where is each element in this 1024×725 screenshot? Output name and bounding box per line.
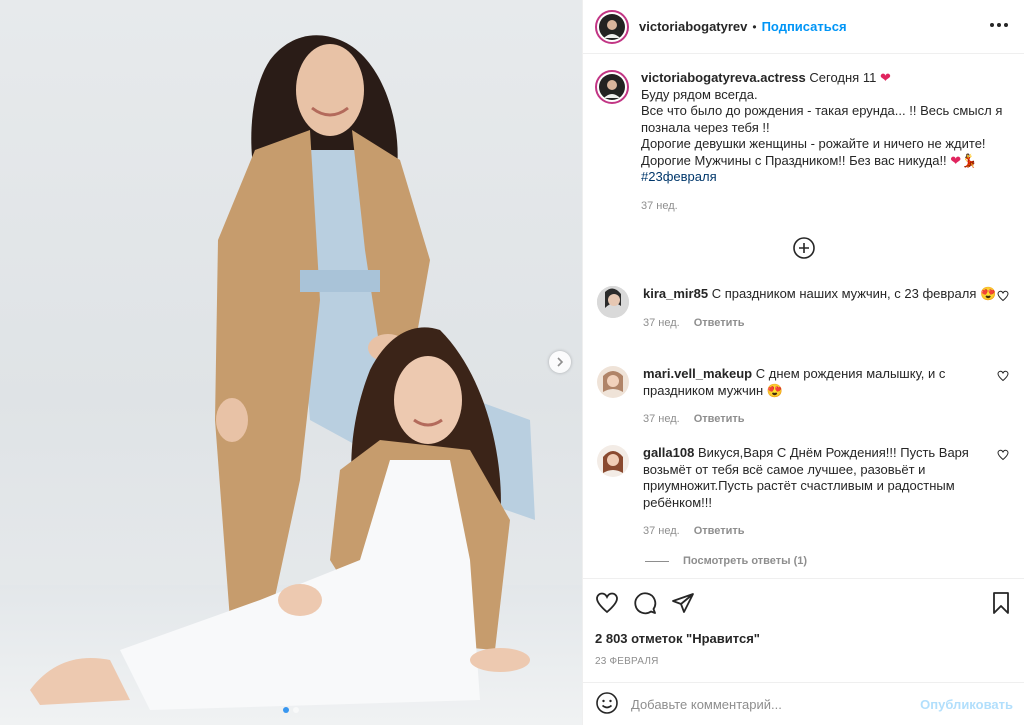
comment-username[interactable]: galla108: [643, 445, 694, 460]
caption-line: Дорогие Мужчины с Праздником!! Без вас н…: [641, 152, 947, 168]
caption-line: Все что было до рождения - такая ерунда.…: [641, 103, 1003, 135]
heart-icon: [596, 592, 618, 613]
more-options-button[interactable]: [988, 14, 1010, 39]
chevron-right-icon: [557, 357, 564, 367]
publish-button[interactable]: Опубликовать: [920, 697, 1013, 712]
caption-hashtag[interactable]: #23февраля: [641, 169, 1011, 186]
reply-button[interactable]: Ответить: [694, 315, 745, 332]
post-header: victoriabogatyrev • Подписаться: [583, 0, 1024, 54]
comment-meta: 37 нед. Ответить: [643, 523, 998, 540]
header-separator: •: [752, 19, 757, 34]
commenter-avatar[interactable]: [597, 366, 629, 398]
more-icon: [990, 23, 1008, 27]
comment-item: mari.vell_makeup С днем рождения малышку…: [597, 366, 1017, 428]
view-replies-label: Посмотреть ответы (1): [683, 555, 808, 567]
caption-text: victoriabogatyreva.actress Сегодня 11 ❤ …: [641, 70, 1011, 214]
heart-icon: [997, 370, 1009, 382]
comment-body: galla108 Викуся,Варя С Днём Рождения!!! …: [643, 445, 998, 540]
emoji-button[interactable]: [595, 691, 619, 718]
caption-line-last: Дорогие Мужчины с Праздником!! Без вас н…: [641, 153, 1011, 170]
photo-pagination: [0, 707, 582, 713]
likes-count[interactable]: 2 803 отметок "Нравится": [595, 631, 1013, 646]
comment-body: kira_mir85 С праздником наших мужчин, с …: [643, 286, 998, 331]
comment-button[interactable]: [633, 591, 657, 618]
emoji-icon: [596, 691, 618, 714]
load-more-comments-button[interactable]: [792, 236, 816, 260]
comment-time[interactable]: 37 нед.: [643, 411, 680, 428]
comment-meta: 37 нед. Ответить: [643, 315, 998, 332]
photo-illustration: [30, 35, 535, 710]
comment-time[interactable]: 37 нед.: [643, 523, 680, 540]
comment-username[interactable]: kira_mir85: [643, 286, 708, 301]
reply-button[interactable]: Ответить: [694, 411, 745, 428]
post-actions: 2 803 отметок "Нравится" 23 ФЕВРАЛЯ: [583, 578, 1024, 688]
heart-icon: [997, 290, 1009, 302]
comment-item: galla108 Викуся,Варя С Днём Рождения!!! …: [597, 445, 1017, 540]
dancer-emoji: 💃: [961, 152, 978, 168]
comment-time[interactable]: 37 нед.: [643, 315, 680, 332]
pagination-dot: [293, 707, 299, 713]
bookmark-icon: [993, 591, 1009, 614]
next-photo-button[interactable]: [549, 351, 571, 373]
caption-line: Буду рядом всегда.: [641, 86, 758, 102]
reply-button[interactable]: Ответить: [694, 523, 745, 540]
comment-item: kira_mir85 С праздником наших мужчин, с …: [597, 286, 1017, 331]
comment-meta: 37 нед. Ответить: [643, 411, 998, 428]
like-comment-button[interactable]: [997, 290, 1009, 305]
author-username[interactable]: victoriabogatyrev: [639, 19, 747, 34]
caption-time[interactable]: 37 нед.: [641, 198, 1011, 215]
heart-icon: [997, 449, 1009, 461]
post-photo[interactable]: [0, 0, 582, 725]
like-comment-button[interactable]: [997, 449, 1009, 464]
post-date[interactable]: 23 ФЕВРАЛЯ: [595, 656, 1013, 667]
like-comment-button[interactable]: [997, 370, 1009, 385]
caption-username[interactable]: victoriabogatyreva.actress: [641, 70, 806, 85]
share-button[interactable]: [671, 591, 695, 618]
save-button[interactable]: [989, 591, 1013, 618]
heart-emoji: ❤: [950, 152, 962, 168]
view-replies-button[interactable]: Посмотреть ответы (1): [645, 555, 807, 567]
heart-emoji: ❤: [879, 70, 891, 85]
commenter-avatar[interactable]: [597, 286, 629, 318]
caption-line: Дорогие девушки женщины - рожайте и ниче…: [641, 136, 986, 151]
replies-divider: [645, 560, 669, 562]
comment-username[interactable]: mari.vell_makeup: [643, 366, 752, 381]
post-panel: victoriabogatyrev • Подписаться victoria…: [582, 0, 1024, 725]
commenter-avatar[interactable]: [597, 445, 629, 477]
action-bar: [595, 591, 1013, 617]
caption-avatar[interactable]: [595, 70, 629, 104]
comment-body: mari.vell_makeup С днем рождения малышку…: [643, 366, 998, 428]
caption-intro: Сегодня 11: [809, 70, 877, 85]
add-comment-bar: Опубликовать: [583, 682, 1024, 725]
like-button[interactable]: [595, 591, 619, 618]
share-icon: [672, 592, 694, 613]
post-caption: victoriabogatyreva.actress Сегодня 11 ❤ …: [595, 70, 1015, 214]
author-avatar[interactable]: [595, 9, 629, 44]
follow-button[interactable]: Подписаться: [762, 19, 847, 34]
pagination-dot-active: [283, 707, 289, 713]
comment-text: С праздником наших мужчин, с 23 февраля …: [711, 286, 997, 301]
comment-input[interactable]: [631, 696, 921, 712]
plus-circle-icon: [793, 237, 815, 259]
comment-icon: [634, 591, 657, 614]
